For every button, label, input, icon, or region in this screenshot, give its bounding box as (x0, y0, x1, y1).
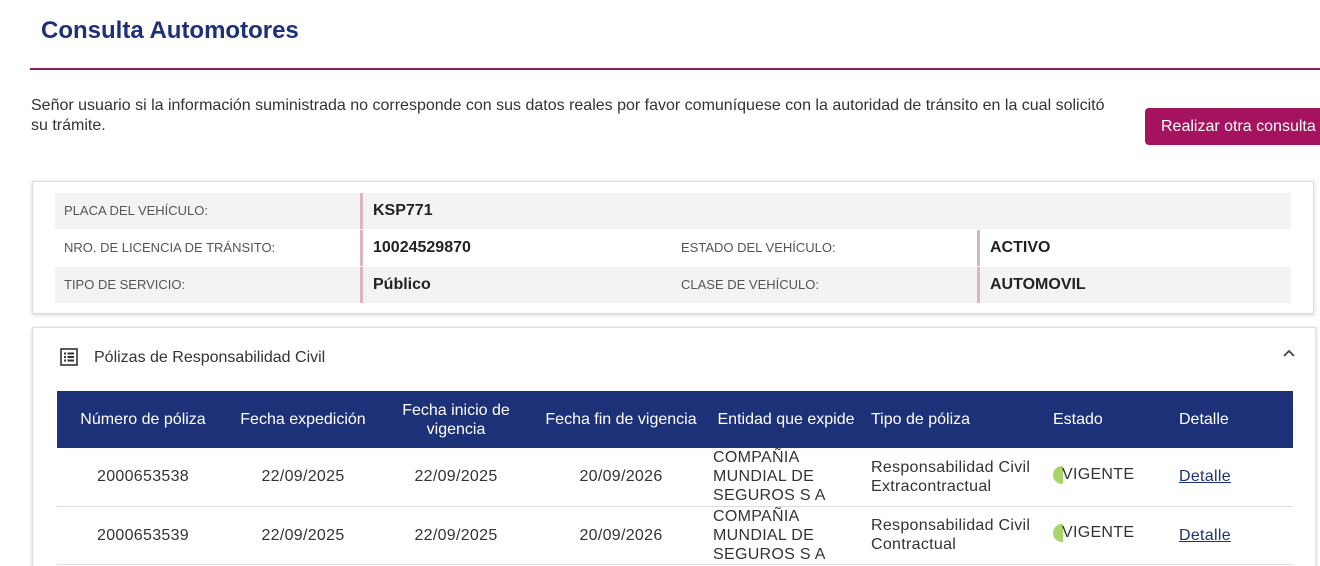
policy-issued-date: 22/09/2025 (229, 448, 377, 507)
vehicle-row-plate: PLACA DEL VEHÍCULO: KSP771 (55, 193, 1291, 229)
policies-card: Pólizas de Responsabilidad Civil Número … (32, 327, 1316, 566)
chevron-up-icon[interactable] (1281, 346, 1297, 362)
column-header: Número de póliza (57, 391, 229, 448)
vehicle-info-card: PLACA DEL VEHÍCULO: KSP771 NRO. DE LICEN… (32, 181, 1314, 314)
vehicle-row-service: TIPO DE SERVICIO: Público CLASE DE VEHÍC… (55, 267, 1291, 303)
license-value: 10024529870 (360, 230, 471, 266)
plate-value: KSP771 (360, 193, 433, 229)
status-text: VIGENTE (1062, 524, 1135, 542)
service-value: Público (360, 267, 431, 303)
column-header: Fecha expedición (229, 391, 377, 448)
list-icon (60, 348, 78, 366)
policy-number: 2000653538 (57, 448, 229, 507)
plate-label: PLACA DEL VEHÍCULO: (64, 203, 209, 218)
table-row: 2000653538 22/09/2025 22/09/2025 20/09/2… (57, 448, 1293, 507)
policy-issued-date: 22/09/2025 (229, 506, 377, 565)
column-header: Tipo de póliza (865, 391, 1047, 448)
policies-title: Pólizas de Responsabilidad Civil (94, 349, 326, 366)
detail-link[interactable]: Detalle (1179, 527, 1231, 544)
policy-status: VIGENTE (1047, 448, 1173, 507)
status-badge: VIGENTE (1053, 523, 1134, 542)
policy-start-date: 22/09/2025 (377, 448, 535, 507)
column-header: Entidad que expide (707, 391, 865, 448)
notice-text: Señor usuario si la información suminist… (31, 97, 1105, 134)
vehicle-row-license: NRO. DE LICENCIA DE TRÁNSITO: 1002452987… (55, 230, 1291, 266)
policy-type: Responsabilidad Civil Extracontractual (865, 448, 1047, 507)
table-header-row: Número de póliza Fecha expedición Fecha … (57, 391, 1293, 448)
new-query-button[interactable]: Realizar otra consulta (1145, 108, 1320, 145)
vehicle-class-label: CLASE DE VEHÍCULO: (681, 277, 819, 292)
policy-number: 2000653539 (57, 506, 229, 565)
vehicle-class-value: AUTOMOVIL (977, 267, 1086, 303)
detail-link[interactable]: Detalle (1179, 468, 1231, 485)
policy-entity: COMPAÑIA MUNDIAL DE SEGUROS S A (707, 448, 865, 507)
policy-start-date: 22/09/2025 (377, 506, 535, 565)
policies-header[interactable]: Pólizas de Responsabilidad Civil (33, 328, 1315, 390)
column-header: Estado (1047, 391, 1173, 448)
policy-entity: COMPAÑIA MUNDIAL DE SEGUROS S A (707, 506, 865, 565)
status-badge: VIGENTE (1053, 465, 1134, 484)
table-row: 2000653539 22/09/2025 22/09/2025 20/09/2… (57, 506, 1293, 565)
page-title: Consulta Automotores (41, 17, 299, 44)
column-header: Fecha inicio de vigencia (377, 391, 535, 448)
policy-detail-cell: Detalle (1173, 506, 1293, 565)
column-header: Detalle (1173, 391, 1293, 448)
license-label: NRO. DE LICENCIA DE TRÁNSITO: (64, 240, 276, 255)
vehicle-state-label: ESTADO DEL VEHÍCULO: (681, 240, 836, 255)
title-divider (30, 68, 1320, 70)
policy-end-date: 20/09/2026 (535, 506, 707, 565)
policies-table: Número de póliza Fecha expedición Fecha … (57, 391, 1293, 565)
policy-end-date: 20/09/2026 (535, 448, 707, 507)
status-text: VIGENTE (1062, 466, 1135, 483)
column-header: Fecha fin de vigencia (535, 391, 707, 448)
policy-detail-cell: Detalle (1173, 448, 1293, 507)
vehicle-state-value: ACTIVO (977, 230, 1050, 266)
policy-type: Responsabilidad Civil Contractual (865, 506, 1047, 565)
policy-status: VIGENTE (1047, 506, 1173, 565)
service-label: TIPO DE SERVICIO: (64, 277, 186, 292)
